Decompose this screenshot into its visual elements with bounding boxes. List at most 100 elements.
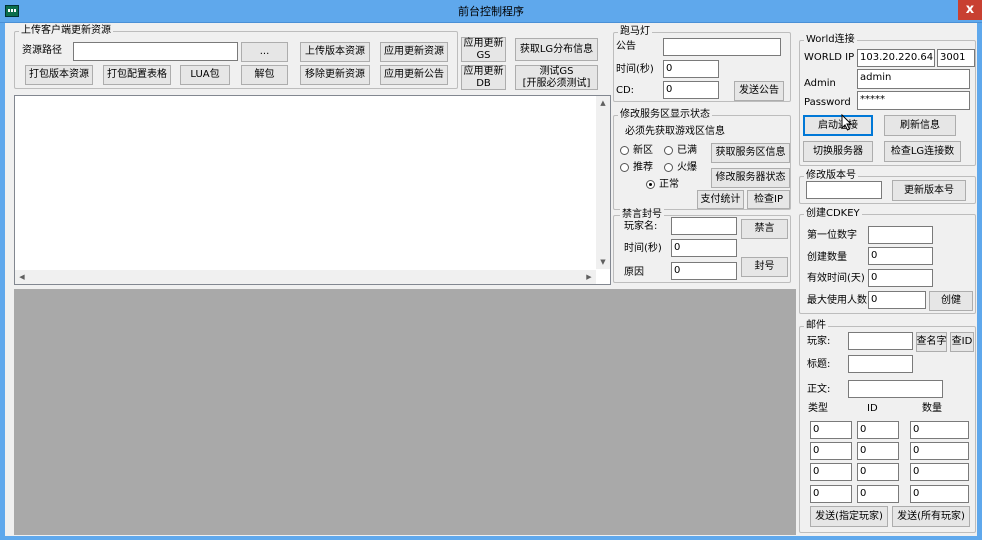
admin-label: Admin [804, 78, 836, 89]
radio-hot-server[interactable] [664, 163, 673, 172]
item-id-input-1[interactable]: 0 [857, 421, 899, 439]
scroll-right-icon[interactable]: ▶ [582, 270, 596, 284]
test-gs-line1: 测试GS [539, 66, 574, 77]
log-vertical-scrollbar[interactable] [596, 96, 610, 268]
pay-stats-button[interactable]: 支付统计 [697, 190, 744, 209]
radio-full-server[interactable] [664, 146, 673, 155]
unpack-button[interactable]: 解包 [241, 65, 288, 85]
password-input[interactable]: ***** [857, 91, 970, 110]
item-type-input-1[interactable]: 0 [810, 421, 852, 439]
close-button[interactable]: x [958, 0, 982, 20]
apply-gs-line2: GS [476, 49, 491, 61]
marquee-group-title: 跑马灯 [618, 26, 652, 37]
radio-normal-server[interactable] [646, 180, 655, 189]
upload-version-button[interactable]: 上传版本资源 [300, 42, 370, 62]
item-qty-input-1[interactable]: 0 [910, 421, 969, 439]
radio-recommend-server[interactable] [620, 163, 629, 172]
radio-normal-server-label: 正常 [659, 179, 679, 190]
create-count-input[interactable]: 0 [868, 247, 933, 265]
item-qty-input-2[interactable]: 0 [910, 442, 969, 460]
apply-gs-button[interactable]: 应用更新 GS [461, 37, 506, 62]
ban-account-button[interactable]: 封号 [741, 257, 788, 277]
modify-server-status-button[interactable]: 修改服务器状态 [711, 168, 790, 188]
resource-path-input[interactable] [73, 42, 238, 61]
mail-player-input[interactable] [848, 332, 913, 350]
item-id-input-3[interactable]: 0 [857, 463, 899, 481]
item-qty-input-3[interactable]: 0 [910, 463, 969, 481]
item-qty-input-4[interactable]: 0 [910, 485, 969, 503]
send-to-all-button[interactable]: 发送(所有玩家) [892, 506, 970, 527]
apply-update-button[interactable]: 应用更新资源 [380, 42, 448, 62]
world-ip-input[interactable]: 103.20.220.64 [857, 49, 935, 67]
lua-pack-button[interactable]: LUA包 [180, 65, 230, 85]
mute-button[interactable]: 禁言 [741, 219, 788, 239]
mail-subject-label: 标题: [807, 359, 831, 370]
server-status-hint: 必须先获取游戏区信息 [625, 126, 725, 137]
admin-input[interactable]: admin [857, 69, 970, 89]
mail-subject-input[interactable] [848, 355, 913, 373]
first-digit-input[interactable] [868, 226, 933, 244]
item-type-input-3[interactable]: 0 [810, 463, 852, 481]
scroll-left-icon[interactable]: ◀ [15, 270, 29, 284]
apply-gs-line1: 应用更新 [463, 38, 504, 49]
check-ip-button[interactable]: 检查IP [747, 190, 790, 209]
browse-button[interactable]: ... [241, 42, 288, 62]
query-name-button[interactable]: 查名字 [916, 332, 947, 352]
query-id-button[interactable]: 查ID [950, 332, 974, 352]
ban-time-input[interactable]: 0 [671, 239, 737, 257]
update-version-button[interactable]: 更新版本号 [892, 180, 966, 201]
apply-db-line1: 应用更新 [463, 66, 504, 77]
apply-db-line2: DB [476, 77, 491, 89]
world-port-input[interactable]: 3001 [937, 49, 975, 67]
mail-group-title: 邮件 [804, 320, 828, 331]
send-notice-button[interactable]: 发送公告 [734, 81, 784, 101]
item-id-input-2[interactable]: 0 [857, 442, 899, 460]
remove-update-button[interactable]: 移除更新资源 [300, 65, 370, 85]
window-title: 前台控制程序 [458, 5, 524, 18]
cd-label: CD: [616, 85, 635, 96]
item-id-input-4[interactable]: 0 [857, 485, 899, 503]
ban-player-label: 玩家名: [624, 221, 658, 232]
item-type-input-4[interactable]: 0 [810, 485, 852, 503]
version-input[interactable] [806, 181, 882, 199]
max-users-input[interactable]: 0 [868, 291, 926, 309]
server-status-group-title: 修改服务区显示状态 [618, 109, 712, 120]
check-lg-connections-button[interactable]: 检查LG连接数 [884, 141, 961, 162]
password-label: Password [804, 97, 851, 108]
valid-days-label: 有效时间(天) [807, 273, 865, 284]
max-users-label: 最大使用人数 [807, 295, 867, 306]
ban-reason-label: 原因 [624, 267, 644, 278]
radio-new-server[interactable] [620, 146, 629, 155]
apply-db-button[interactable]: 应用更新 DB [461, 65, 506, 90]
get-lg-distribution-button[interactable]: 获取LG分布信息 [515, 38, 598, 61]
first-digit-label: 第一位数字 [807, 230, 857, 241]
cd-input[interactable]: 0 [663, 81, 719, 99]
notice-input[interactable] [663, 38, 781, 56]
col-type-header: 类型 [808, 403, 828, 414]
connect-button[interactable]: 启动连接 [803, 115, 873, 136]
get-server-info-button[interactable]: 获取服务区信息 [711, 143, 790, 163]
world-connection-group-title: World连接 [804, 34, 857, 45]
switch-server-button[interactable]: 切换服务器 [803, 141, 873, 162]
marquee-time-input[interactable]: 0 [663, 60, 719, 78]
pack-version-button[interactable]: 打包版本资源 [25, 65, 93, 85]
ban-player-input[interactable] [671, 217, 737, 235]
valid-days-input[interactable]: 0 [868, 269, 933, 287]
col-qty-header: 数量 [922, 403, 942, 414]
send-to-player-button[interactable]: 发送(指定玩家) [810, 506, 888, 527]
refresh-info-button[interactable]: 刷新信息 [884, 115, 956, 136]
scroll-up-icon[interactable]: ▲ [596, 96, 610, 110]
scroll-down-icon[interactable]: ▼ [596, 255, 610, 269]
pack-config-button[interactable]: 打包配置表格 [103, 65, 171, 85]
log-textarea[interactable] [14, 95, 611, 285]
ban-reason-input[interactable]: 0 [671, 262, 737, 280]
ban-time-label: 时间(秒) [624, 243, 662, 254]
create-cdkey-button[interactable]: 创健 [929, 291, 973, 311]
item-type-input-2[interactable]: 0 [810, 442, 852, 460]
test-gs-button[interactable]: 测试GS [开服必须测试] [515, 65, 598, 90]
mail-body-input[interactable] [848, 380, 943, 398]
apply-notice-button[interactable]: 应用更新公告 [380, 65, 448, 85]
log-horizontal-scrollbar[interactable] [15, 270, 596, 284]
create-count-label: 创建数量 [807, 252, 847, 263]
marquee-time-label: 时间(秒) [616, 64, 654, 75]
